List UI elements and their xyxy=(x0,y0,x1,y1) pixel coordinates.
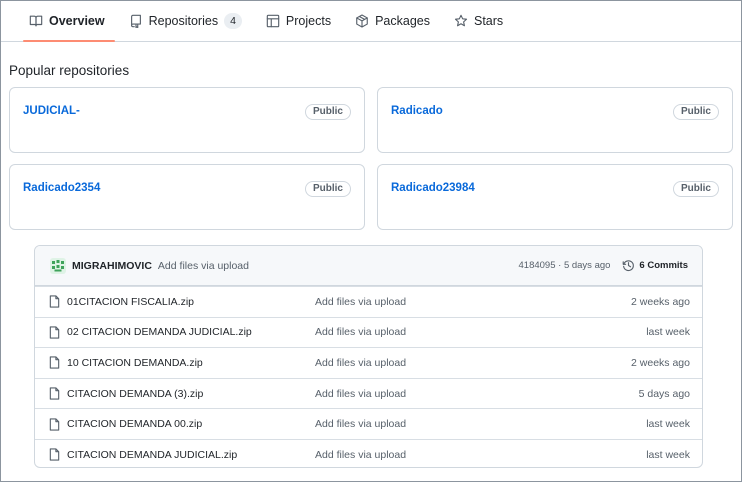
commit-hash-time[interactable]: 4184095 · 5 days ago xyxy=(519,260,611,271)
file-age: 2 weeks ago xyxy=(631,295,690,308)
file-row[interactable]: 02 CITACION DEMANDA JUDICIAL.zip Add fil… xyxy=(35,316,702,348)
file-icon xyxy=(49,418,60,431)
file-row[interactable]: 10 CITACION DEMANDA.zip Add files via up… xyxy=(35,347,702,378)
book-icon xyxy=(29,15,43,27)
repo-icon xyxy=(130,14,141,28)
visibility-badge: Public xyxy=(672,104,719,120)
repo-card: Radicado23984 Public xyxy=(377,164,733,230)
file-commit-message[interactable]: Add files via upload xyxy=(315,449,646,461)
file-commit-message[interactable]: Add files via upload xyxy=(315,418,646,430)
file-icon xyxy=(49,295,60,308)
file-name-link[interactable]: 02 CITACION DEMANDA JUDICIAL.zip xyxy=(67,326,315,338)
tab-label: Packages xyxy=(375,14,430,28)
visibility-badge: Public xyxy=(672,181,719,197)
file-age: 5 days ago xyxy=(638,387,690,400)
file-listing: MIGRAHIMOVIC Add files via upload 418409… xyxy=(34,245,703,468)
visibility-badge: Public xyxy=(304,181,351,197)
profile-tabs: Overview Repositories 4 Projects Package… xyxy=(1,1,741,42)
file-name-link[interactable]: CITACION DEMANDA 00.zip xyxy=(67,418,315,430)
file-icon xyxy=(49,448,60,461)
file-commit-message[interactable]: Add files via upload xyxy=(315,357,631,369)
commits-label: 6 Commits xyxy=(639,260,688,271)
file-row[interactable]: CITACION DEMANDA 00.zip Add files via up… xyxy=(35,408,702,439)
repo-count-badge: 4 xyxy=(224,13,242,29)
file-name-link[interactable]: 01CITACION FISCALIA.zip xyxy=(67,296,315,308)
star-icon xyxy=(454,14,468,27)
section-title: Popular repositories xyxy=(9,63,130,78)
repo-card: Radicado Public xyxy=(377,87,733,153)
tab-stars[interactable]: Stars xyxy=(448,1,513,41)
history-icon xyxy=(623,260,635,272)
commit-message-link[interactable]: Add files via upload xyxy=(158,260,249,272)
tab-label: Overview xyxy=(49,14,105,28)
package-icon xyxy=(356,14,368,28)
file-name-link[interactable]: CITACION DEMANDA JUDICIAL.zip xyxy=(67,449,315,461)
file-row[interactable]: CITACION DEMANDA JUDICIAL.zip Add files … xyxy=(35,438,702,467)
visibility-badge: Public xyxy=(304,104,351,120)
file-icon xyxy=(49,387,60,400)
repo-card: Radicado2354 Public xyxy=(9,164,365,230)
file-name-link[interactable]: 10 CITACION DEMANDA.zip xyxy=(67,357,315,369)
commits-link[interactable]: 6 Commits xyxy=(622,259,688,272)
table-icon xyxy=(266,14,280,28)
profile-page: Overview Repositories 4 Projects Package… xyxy=(0,0,742,482)
file-age: last week xyxy=(646,448,690,461)
file-age: 2 weeks ago xyxy=(631,356,690,369)
file-age: last week xyxy=(646,418,690,431)
tab-label: Projects xyxy=(285,14,332,28)
file-commit-message[interactable]: Add files via upload xyxy=(315,296,631,308)
file-icon xyxy=(49,326,60,339)
commit-author-link[interactable]: MIGRAHIMOVIC xyxy=(72,260,152,272)
file-row[interactable]: CITACION DEMANDA (3).zip Add files via u… xyxy=(35,377,702,409)
file-icon xyxy=(49,356,60,370)
tab-projects[interactable]: Projects xyxy=(260,1,341,41)
repo-card: JUDICIAL- Public xyxy=(9,87,365,153)
file-row[interactable]: 01CITACION FISCALIA.zip Add files via up… xyxy=(35,286,702,317)
file-commit-message[interactable]: Add files via upload xyxy=(315,326,646,338)
file-age: last week xyxy=(646,326,690,339)
avatar[interactable] xyxy=(50,257,66,274)
repo-name-link[interactable]: JUDICIAL- xyxy=(23,105,80,117)
repo-name-link[interactable]: Radicado2354 xyxy=(23,182,100,194)
latest-commit-bar: MIGRAHIMOVIC Add files via upload 418409… xyxy=(35,246,702,286)
repo-name-link[interactable]: Radicado23984 xyxy=(391,182,475,194)
tab-label: Repositories xyxy=(148,14,219,28)
tab-packages[interactable]: Packages xyxy=(349,1,440,41)
tab-repositories[interactable]: Repositories 4 xyxy=(123,1,252,41)
tab-label: Stars xyxy=(473,14,504,28)
tab-overview[interactable]: Overview xyxy=(23,1,115,42)
file-commit-message[interactable]: Add files via upload xyxy=(315,388,639,400)
file-name-link[interactable]: CITACION DEMANDA (3).zip xyxy=(67,388,315,400)
repo-name-link[interactable]: Radicado xyxy=(391,105,443,117)
identicon-icon xyxy=(52,259,64,271)
